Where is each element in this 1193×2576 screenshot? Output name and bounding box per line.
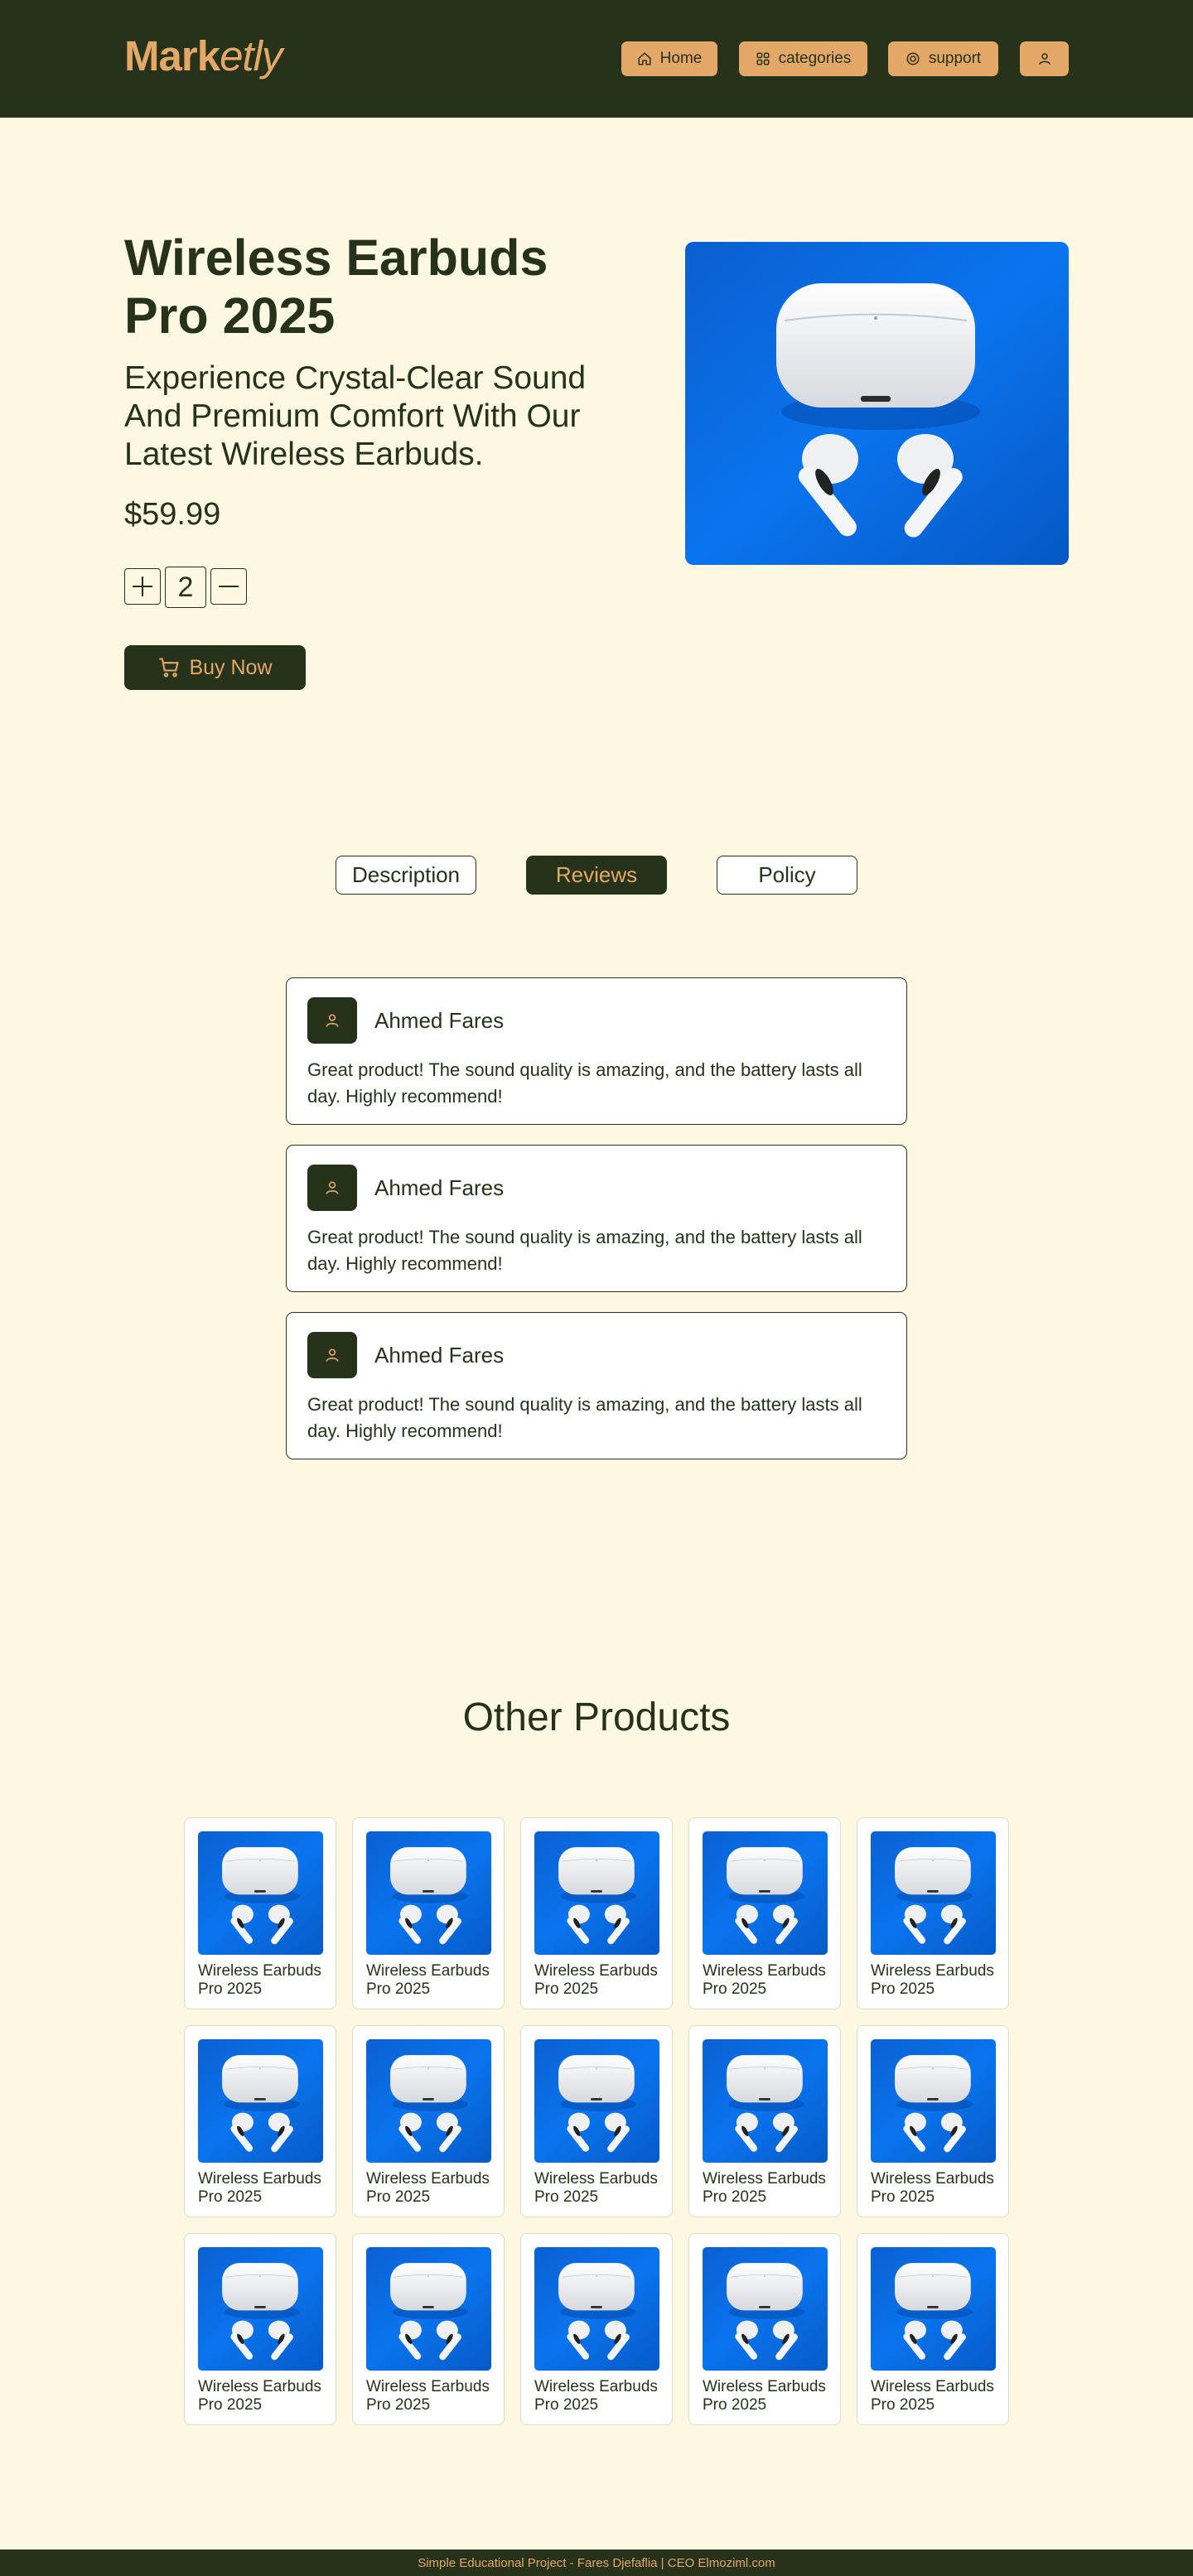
product-card-name: Wireless Earbuds Pro 2025 — [534, 2378, 658, 2414]
reviewer-name: Ahmed Fares — [374, 1343, 505, 1368]
logo-italic-text: etly — [220, 32, 283, 80]
product-thumbnail — [366, 2247, 491, 2371]
quantity-increase-button[interactable] — [124, 568, 161, 605]
user-icon — [326, 1348, 339, 1362]
product-thumbnail — [534, 1831, 659, 1955]
review-text: Great product! The sound quality is amaz… — [307, 1394, 862, 1441]
quantity-decrease-button[interactable] — [210, 568, 247, 605]
reviewer-avatar — [307, 997, 357, 1044]
product-thumbnail — [703, 1831, 828, 1955]
tab-policy[interactable]: Policy — [717, 856, 857, 895]
reviewer-name: Ahmed Fares — [374, 1008, 505, 1033]
product-card[interactable]: Wireless Earbuds Pro 2025 — [520, 2025, 673, 2217]
product-card-name: Wireless Earbuds Pro 2025 — [198, 2378, 321, 2414]
product-card[interactable]: Wireless Earbuds Pro 2025 — [688, 2233, 841, 2425]
product-thumbnail — [198, 2039, 323, 2163]
product-thumbnail — [871, 2039, 996, 2163]
nav-categories-label: categories — [778, 50, 852, 67]
product-card-name: Wireless Earbuds Pro 2025 — [366, 1962, 490, 1998]
product-title: Wireless Earbuds Pro 2025 — [124, 229, 548, 344]
product-main-image — [685, 242, 1069, 565]
product-card-name: Wireless Earbuds Pro 2025 — [871, 2378, 994, 2414]
product-card[interactable]: Wireless Earbuds Pro 2025 — [184, 1817, 336, 2009]
product-card[interactable]: Wireless Earbuds Pro 2025 — [857, 1817, 1009, 2009]
product-card-name: Wireless Earbuds Pro 2025 — [198, 1962, 321, 1998]
minus-icon — [219, 586, 239, 587]
product-thumbnail — [198, 1831, 323, 1955]
tab-description[interactable]: Description — [336, 856, 476, 895]
buy-now-label: Buy Now — [189, 655, 273, 679]
user-icon — [1038, 53, 1051, 65]
product-card[interactable]: Wireless Earbuds Pro 2025 — [184, 2233, 336, 2425]
product-card-name: Wireless Earbuds Pro 2025 — [703, 1962, 826, 1998]
other-products-title: Other Products — [462, 1696, 731, 1739]
nav-account-button[interactable] — [1020, 41, 1069, 76]
product-card[interactable]: Wireless Earbuds Pro 2025 — [520, 2233, 673, 2425]
user-icon — [326, 1014, 339, 1027]
product-card-name: Wireless Earbuds Pro 2025 — [198, 2170, 321, 2206]
product-card-name: Wireless Earbuds Pro 2025 — [703, 2170, 826, 2206]
product-card-name: Wireless Earbuds Pro 2025 — [366, 2170, 490, 2206]
site-footer: Simple Educational Project - Fares Djefa… — [0, 2549, 1193, 2576]
review-text: Great product! The sound quality is amaz… — [307, 1059, 862, 1107]
product-subtitle: Experience Crystal-Clear Sound And Premi… — [124, 360, 587, 472]
product-thumbnail — [198, 2247, 323, 2371]
site-header: Marketly Home categories support — [0, 0, 1193, 118]
product-card-name: Wireless Earbuds Pro 2025 — [871, 2170, 994, 2206]
product-card-name: Wireless Earbuds Pro 2025 — [871, 1962, 994, 1998]
buy-now-button[interactable]: Buy Now — [124, 645, 306, 690]
review-card: Ahmed Fares Great product! The sound qua… — [286, 1312, 907, 1459]
nav-categories-button[interactable]: categories — [739, 41, 867, 76]
home-icon — [638, 52, 651, 65]
footer-text: Simple Educational Project - Fares Djefa… — [418, 2555, 775, 2570]
nav-home-button[interactable]: Home — [621, 41, 717, 76]
product-card[interactable]: Wireless Earbuds Pro 2025 — [857, 2025, 1009, 2217]
product-thumbnail — [703, 2039, 828, 2163]
user-icon — [326, 1181, 339, 1194]
product-card[interactable]: Wireless Earbuds Pro 2025 — [857, 2233, 1009, 2425]
product-thumbnail — [366, 2039, 491, 2163]
brand-logo[interactable]: Marketly — [124, 31, 283, 80]
nav-home-label: Home — [659, 50, 703, 67]
product-card-name: Wireless Earbuds Pro 2025 — [534, 1962, 658, 1998]
review-text: Great product! The sound quality is amaz… — [307, 1227, 862, 1274]
product-card-name: Wireless Earbuds Pro 2025 — [703, 2378, 826, 2414]
product-thumbnail — [871, 1831, 996, 1955]
product-card[interactable]: Wireless Earbuds Pro 2025 — [688, 1817, 841, 2009]
product-card[interactable]: Wireless Earbuds Pro 2025 — [688, 2025, 841, 2217]
support-icon — [906, 52, 920, 65]
reviewer-avatar — [307, 1165, 357, 1211]
review-card: Ahmed Fares Great product! The sound qua… — [286, 1145, 907, 1292]
product-card[interactable]: Wireless Earbuds Pro 2025 — [520, 1817, 673, 2009]
review-card: Ahmed Fares Great product! The sound qua… — [286, 977, 907, 1125]
tab-reviews[interactable]: Reviews — [526, 856, 667, 895]
product-thumbnail — [703, 2247, 828, 2371]
nav-support-button[interactable]: support — [888, 41, 998, 76]
cart-icon — [159, 658, 180, 678]
product-card[interactable]: Wireless Earbuds Pro 2025 — [352, 2025, 505, 2217]
reviewer-avatar — [307, 1332, 357, 1378]
product-card[interactable]: Wireless Earbuds Pro 2025 — [352, 2233, 505, 2425]
product-thumbnail — [871, 2247, 996, 2371]
nav-support-label: support — [928, 50, 982, 67]
plus-icon — [133, 576, 152, 596]
product-card-name: Wireless Earbuds Pro 2025 — [366, 2378, 490, 2414]
product-card[interactable]: Wireless Earbuds Pro 2025 — [352, 1817, 505, 2009]
product-thumbnail — [534, 2039, 659, 2163]
product-card[interactable]: Wireless Earbuds Pro 2025 — [184, 2025, 336, 2217]
quantity-value[interactable]: 2 — [165, 567, 206, 608]
reviewer-name: Ahmed Fares — [374, 1175, 505, 1200]
product-card-name: Wireless Earbuds Pro 2025 — [534, 2170, 658, 2206]
categories-icon — [756, 52, 770, 65]
product-thumbnail — [534, 2247, 659, 2371]
product-thumbnail — [366, 1831, 491, 1955]
logo-bold-text: Mark — [124, 32, 220, 80]
product-price: $59.99 — [124, 497, 221, 532]
